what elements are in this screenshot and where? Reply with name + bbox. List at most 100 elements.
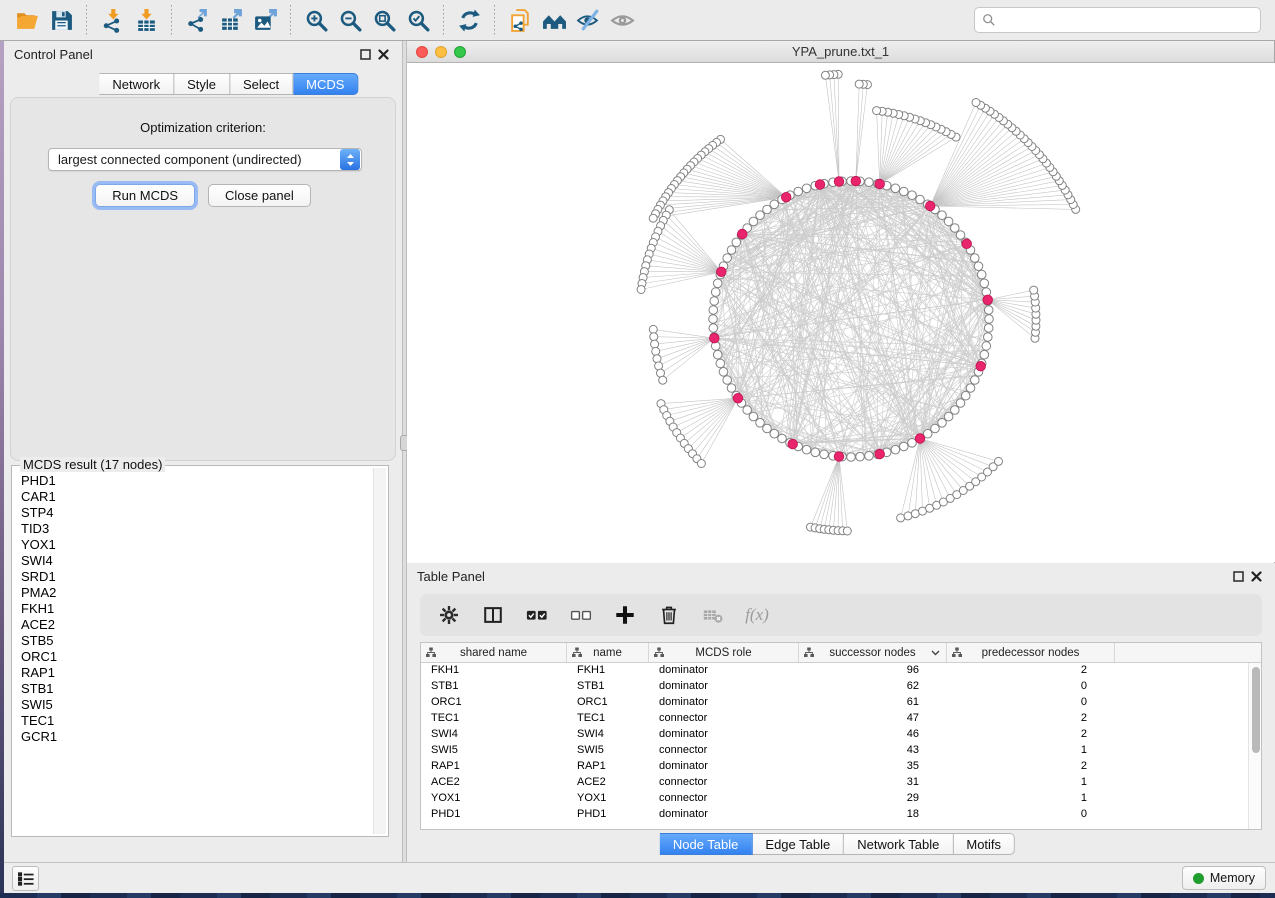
- new-network-from-selection-button[interactable]: [503, 3, 537, 37]
- function-builder-button[interactable]: f(x): [740, 598, 774, 632]
- optimization-criterion-select[interactable]: largest connected component (undirected): [48, 148, 362, 171]
- column-layout-button[interactable]: [476, 598, 510, 632]
- show-all-button[interactable]: [605, 3, 639, 37]
- mcds-result-item[interactable]: PHD1: [21, 473, 375, 489]
- cell-successor-nodes: 46: [799, 727, 947, 743]
- run-mcds-button[interactable]: Run MCDS: [95, 184, 195, 207]
- cell-predecessor-nodes: 0: [947, 679, 1115, 695]
- mcds-result-item[interactable]: RAP1: [21, 665, 375, 681]
- close-icon: [1251, 571, 1262, 582]
- network-graph[interactable]: [407, 63, 1275, 562]
- column-header[interactable]: shared name: [421, 643, 567, 662]
- column-header[interactable]: successor nodes: [799, 643, 947, 662]
- table-row[interactable]: SWI4 SWI4 dominator 46 2: [421, 727, 1248, 743]
- mcds-result-item[interactable]: ACE2: [21, 617, 375, 633]
- scrollbar-thumb[interactable]: [1252, 667, 1260, 753]
- trash-icon: [658, 604, 680, 626]
- deselect-all-button[interactable]: [564, 598, 598, 632]
- table-tab[interactable]: Motifs: [953, 833, 1015, 855]
- panel-list-icon: [17, 871, 35, 887]
- cell-mcds-role: dominator: [649, 679, 799, 695]
- delete-table-button[interactable]: [696, 598, 730, 632]
- mcds-result-item[interactable]: SRD1: [21, 569, 375, 585]
- table-row[interactable]: STB1 STB1 dominator 62 0: [421, 679, 1248, 695]
- table-toolbar: f(x): [420, 594, 1262, 636]
- zoom-selected-button[interactable]: [401, 3, 435, 37]
- column-header[interactable]: predecessor nodes: [947, 643, 1115, 662]
- hide-selected-button[interactable]: [571, 3, 605, 37]
- table-tab[interactable]: Edge Table: [752, 833, 844, 855]
- memory-button[interactable]: Memory: [1182, 866, 1266, 890]
- cell-predecessor-nodes: 0: [947, 807, 1115, 823]
- columns-icon: [482, 604, 504, 626]
- mcds-result-item[interactable]: ORC1: [21, 649, 375, 665]
- save-session-button[interactable]: [44, 3, 78, 37]
- table-row[interactable]: TEC1 TEC1 connector 47 2: [421, 711, 1248, 727]
- close-panel-button[interactable]: [374, 45, 392, 63]
- first-neighbors-button[interactable]: [537, 3, 571, 37]
- mcds-result-item[interactable]: YOX1: [21, 537, 375, 553]
- mcds-result-item[interactable]: STB1: [21, 681, 375, 697]
- show-panels-button[interactable]: [12, 866, 39, 891]
- column-header[interactable]: name: [567, 643, 649, 662]
- cell-successor-nodes: 62: [799, 679, 947, 695]
- mcds-result-item[interactable]: PMA2: [21, 585, 375, 601]
- status-bar: Memory: [4, 862, 1275, 893]
- import-table-button[interactable]: [129, 3, 163, 37]
- mcds-result-item[interactable]: FKH1: [21, 601, 375, 617]
- cell-shared-name: ORC1: [421, 695, 567, 711]
- select-all-button[interactable]: [520, 598, 554, 632]
- control-panel-tab[interactable]: Select: [230, 73, 293, 95]
- network-window-titlebar[interactable]: YPA_prune.txt_1: [407, 41, 1274, 63]
- mcds-result-item[interactable]: TEC1: [21, 713, 375, 729]
- float-panel-button[interactable]: [356, 45, 374, 63]
- table-row[interactable]: SWI5 SWI5 connector 43 1: [421, 743, 1248, 759]
- float-table-panel-button[interactable]: [1229, 567, 1247, 585]
- table-row[interactable]: FKH1 FKH1 dominator 96 2: [421, 663, 1248, 679]
- table-tab[interactable]: Network Table: [844, 833, 953, 855]
- mcds-list-scrollbar[interactable]: [373, 468, 386, 834]
- export-network-button[interactable]: [180, 3, 214, 37]
- table-row[interactable]: ACE2 ACE2 connector 31 1: [421, 775, 1248, 791]
- control-panel-tab[interactable]: Network: [99, 73, 174, 95]
- mcds-result-item[interactable]: STB5: [21, 633, 375, 649]
- column-header[interactable]: MCDS role: [649, 643, 799, 662]
- zoom-out-button[interactable]: [333, 3, 367, 37]
- search-icon: [982, 13, 996, 27]
- table-settings-button[interactable]: [432, 598, 466, 632]
- zoom-fit-button[interactable]: [367, 3, 401, 37]
- export-image-button[interactable]: [248, 3, 282, 37]
- zoom-in-button[interactable]: [299, 3, 333, 37]
- column-header-label: successor nodes: [829, 647, 915, 659]
- table-scrollbar[interactable]: [1248, 663, 1261, 829]
- mcds-result-item[interactable]: TID3: [21, 521, 375, 537]
- control-panel-tabs: NetworkStyleSelectMCDS: [99, 73, 358, 95]
- export-table-button[interactable]: [214, 3, 248, 37]
- unchecked-boxes-icon: [570, 604, 592, 626]
- mcds-result-list[interactable]: PHD1CAR1STP4TID3YOX1SWI4SRD1PMA2FKH1ACE2…: [13, 469, 375, 831]
- close-table-panel-button[interactable]: [1247, 567, 1265, 585]
- delete-rows-button[interactable]: [652, 598, 686, 632]
- mcds-result-item[interactable]: CAR1: [21, 489, 375, 505]
- cell-name: FKH1: [567, 663, 649, 679]
- mcds-result-item[interactable]: SWI5: [21, 697, 375, 713]
- import-network-button[interactable]: [95, 3, 129, 37]
- open-file-button[interactable]: [10, 3, 44, 37]
- table-row[interactable]: RAP1 RAP1 dominator 35 2: [421, 759, 1248, 775]
- control-panel-tab[interactable]: MCDS: [293, 73, 358, 95]
- close-mcds-panel-button[interactable]: Close panel: [208, 184, 311, 207]
- control-panel-tab[interactable]: Style: [174, 73, 230, 95]
- fx-icon: f(x): [745, 605, 769, 625]
- apply-layout-button[interactable]: [452, 3, 486, 37]
- search-box[interactable]: [974, 7, 1261, 33]
- mcds-result-item[interactable]: SWI4: [21, 553, 375, 569]
- table-row[interactable]: PHD1 PHD1 dominator 18 0: [421, 807, 1248, 823]
- search-input[interactable]: [996, 9, 1260, 31]
- table-row[interactable]: YOX1 YOX1 connector 29 1: [421, 791, 1248, 807]
- mcds-result-item[interactable]: GCR1: [21, 729, 375, 745]
- cell-mcds-role: connector: [649, 775, 799, 791]
- table-row[interactable]: ORC1 ORC1 dominator 61 0: [421, 695, 1248, 711]
- add-row-button[interactable]: [608, 598, 642, 632]
- mcds-result-item[interactable]: STP4: [21, 505, 375, 521]
- table-tab[interactable]: Node Table: [660, 833, 753, 855]
